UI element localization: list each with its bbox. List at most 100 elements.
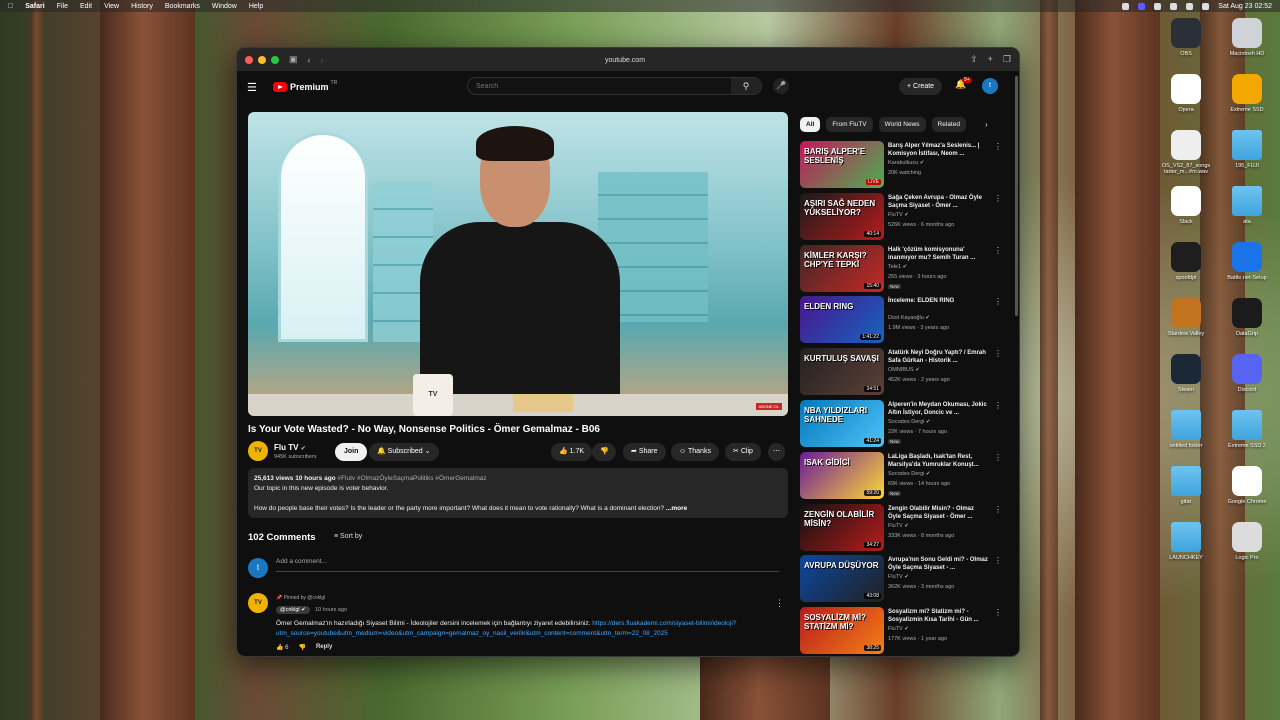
desktop-icon[interactable] — [1232, 298, 1262, 328]
recommendation-item[interactable]: BARIŞ ALPER'E SESLENİŞ LIVE Barış Alper Yı… — [800, 140, 1010, 192]
desktop-icon[interactable] — [1171, 410, 1201, 440]
status-icon[interactable] — [1154, 2, 1162, 10]
video-thumbnail[interactable]: KİMLER KARŞI? CHP'YE TEPKİ 15:40 — [800, 244, 884, 292]
more-vertical-icon[interactable]: ⋮ — [994, 349, 1002, 358]
desktop-icon-label[interactable]: untitled folder — [1154, 443, 1218, 449]
search-icon[interactable]: ⚲ — [731, 78, 761, 94]
recommendation-item[interactable]: KİMLER KARŞI? CHP'YE TEPKİ 15:40 Halk 'çöz… — [800, 244, 1010, 296]
comment-avatar[interactable]: TV — [248, 593, 268, 613]
close-window-button[interactable] — [245, 55, 253, 64]
desktop-icon[interactable] — [1171, 522, 1201, 552]
desktop-icon[interactable] — [1171, 130, 1201, 160]
menu-edit[interactable]: Edit — [80, 3, 92, 10]
search-input[interactable] — [468, 82, 731, 90]
menu-file[interactable]: File — [57, 3, 68, 10]
microphone-icon[interactable]: 🎤 — [773, 78, 789, 94]
menu-window[interactable]: Window — [212, 3, 237, 10]
recommendation-item[interactable]: ZENGİN OLABİLİR MİSİN? 34:27 Zengin Olabil… — [800, 503, 1010, 555]
recommendation-item[interactable]: AVRUPA DÜŞÜYOR 43:08 Avrupa'nın Sonu Geldi… — [800, 554, 1010, 606]
control-center-icon[interactable] — [1202, 2, 1210, 10]
desktop-icon-label[interactable]: Opera — [1154, 107, 1218, 113]
apple-icon[interactable]:  — [8, 3, 13, 10]
status-icon[interactable] — [1122, 2, 1130, 10]
video-thumbnail[interactable]: KURTULUŞ SAVAŞI 34:51 — [800, 348, 884, 396]
recommendation-title[interactable]: Halk 'çözüm komisyonuna' inanmıyor mu? S… — [888, 246, 988, 262]
video-thumbnail[interactable]: AVRUPA DÜŞÜYOR 43:08 — [800, 555, 884, 603]
chip-from-flutv[interactable]: From FluTV — [826, 117, 873, 132]
account-avatar[interactable]: t — [982, 78, 998, 94]
hashtags[interactable]: #Flutv #OlmazÖyleSaçmaPolitiks #ÖmerGema… — [337, 475, 486, 482]
desktop-icon[interactable] — [1232, 242, 1262, 272]
desktop-icon-label[interactable]: Google Chrome — [1215, 499, 1279, 505]
desktop-icon-label[interactable]: DataGrip — [1215, 331, 1279, 337]
channel-avatar[interactable]: TV — [248, 441, 268, 461]
zoom-window-button[interactable] — [271, 55, 279, 64]
menu-icon[interactable]: ☰ — [247, 81, 261, 94]
more-vertical-icon[interactable]: ⋮ — [994, 142, 1002, 151]
recommendation-item[interactable]: SOSYALİZM Mİ? STATİZM Mİ? 38:25 Sosyalizm … — [800, 606, 1010, 656]
chip-world-news[interactable]: World News — [878, 117, 926, 132]
more-link[interactable]: ...more — [666, 505, 687, 512]
desktop-icon[interactable] — [1171, 186, 1201, 216]
tab-overview-icon[interactable]: ❐ — [1003, 54, 1011, 65]
desktop-icon[interactable] — [1232, 18, 1262, 48]
comment-author[interactable]: @cnklgl ✔ — [276, 606, 310, 614]
menu-view[interactable]: View — [104, 3, 119, 10]
battery-icon[interactable] — [1186, 2, 1194, 10]
comment-like-button[interactable]: 👍 6 — [276, 644, 288, 651]
video-thumbnail[interactable]: ISAK GİDİCİ 59:20 — [800, 451, 884, 499]
recommendation-channel[interactable]: Socrates Dergi ✔ — [888, 471, 931, 477]
back-icon[interactable]: ‹ — [308, 55, 311, 65]
subscribe-watermark[interactable]: ABONE OL — [755, 403, 782, 410]
recommendation-channel[interactable]: OMNIBUS ✔ — [888, 367, 920, 373]
reply-button[interactable]: Reply — [316, 644, 332, 651]
comment-dislike-button[interactable]: 👎 — [298, 644, 305, 651]
recommendation-title[interactable]: Sağa Çeken Avrupa - Olmaz Öyle Saçma Siy… — [888, 194, 988, 210]
desktop-icon[interactable] — [1232, 74, 1262, 104]
recommendation-title[interactable]: Zengin Olabilir Misin? - Olmaz Öyle Saçm… — [888, 505, 988, 521]
desktop-icon[interactable] — [1171, 74, 1201, 104]
more-vertical-icon[interactable]: ⋮ — [994, 556, 1002, 565]
more-actions-button[interactable]: ⋯ — [768, 443, 785, 461]
address-bar[interactable]: youtube.com — [465, 54, 785, 67]
video-thumbnail[interactable]: NBA YILDIZLARI SAHNEDE 41:24 — [800, 399, 884, 447]
clip-button[interactable]: ✂ Clip — [725, 443, 761, 461]
desktop-icon[interactable] — [1232, 354, 1262, 384]
desktop-icon-label[interactable]: Discord — [1215, 387, 1279, 393]
desktop-icon-label[interactable]: OS_VS2_87_songs tarter_m...#m.wav — [1154, 163, 1218, 175]
video-thumbnail[interactable]: BARIŞ ALPER'E SESLENİŞ LIVE — [800, 141, 884, 188]
desktop-icon-label[interactable]: OBS — [1154, 51, 1218, 57]
desktop-icon-label[interactable]: Extreme SSD — [1215, 107, 1279, 113]
desktop-icon[interactable] — [1171, 242, 1201, 272]
desktop-icon[interactable] — [1232, 410, 1262, 440]
recommendation-item[interactable]: NBA YILDIZLARI SAHNEDE 41:24 Alperen'in Me… — [800, 399, 1010, 451]
recommendation-channel[interactable]: Tele1 ✔ — [888, 264, 907, 270]
recommendation-title[interactable]: Barış Alper Yılmaz'a Seslenis... | Komis… — [888, 142, 988, 158]
minimize-window-button[interactable] — [258, 55, 266, 64]
more-vertical-icon[interactable]: ⋮ — [994, 608, 1002, 617]
desktop-icon-label[interactable]: Steam — [1154, 387, 1218, 393]
video-player[interactable]: TV ABONE OL — [248, 112, 788, 416]
recommendation-title[interactable]: Alperen'in Meydan Okuması, Jokic Altın İ… — [888, 401, 988, 417]
more-vertical-icon[interactable]: ⋮ — [994, 505, 1002, 514]
more-vertical-icon[interactable]: ⋮ — [994, 194, 1002, 203]
desktop-icon[interactable] — [1232, 186, 1262, 216]
wifi-icon[interactable] — [1170, 2, 1178, 10]
desktop-icon[interactable] — [1232, 130, 1262, 160]
menu-history[interactable]: History — [131, 3, 153, 10]
channel-name[interactable]: Flu TV ✔ — [274, 443, 306, 452]
new-tab-icon[interactable]: + — [988, 54, 993, 65]
desktop-icon-label[interactable]: Battle.net-Setup — [1215, 275, 1279, 281]
forward-icon[interactable]: › — [321, 55, 324, 65]
recommendation-channel[interactable]: Karakulkucu ✔ — [888, 160, 924, 166]
share-icon[interactable]: ⇧ — [970, 54, 978, 65]
recommendation-channel[interactable]: FluTV ✔ — [888, 574, 909, 580]
recommendation-channel[interactable]: FluTV ✔ — [888, 212, 909, 218]
chip-related[interactable]: Related — [931, 117, 966, 132]
desktop-icon-label[interactable]: Logic Pro — [1215, 555, 1279, 561]
more-vertical-icon[interactable]: ⋮ — [994, 401, 1002, 410]
menu-help[interactable]: Help — [249, 3, 263, 10]
create-button[interactable]: + Create — [899, 78, 943, 95]
thanks-button[interactable]: ☺ Thanks — [671, 443, 719, 461]
recommendation-channel[interactable]: FluTV ✔ — [888, 626, 909, 632]
